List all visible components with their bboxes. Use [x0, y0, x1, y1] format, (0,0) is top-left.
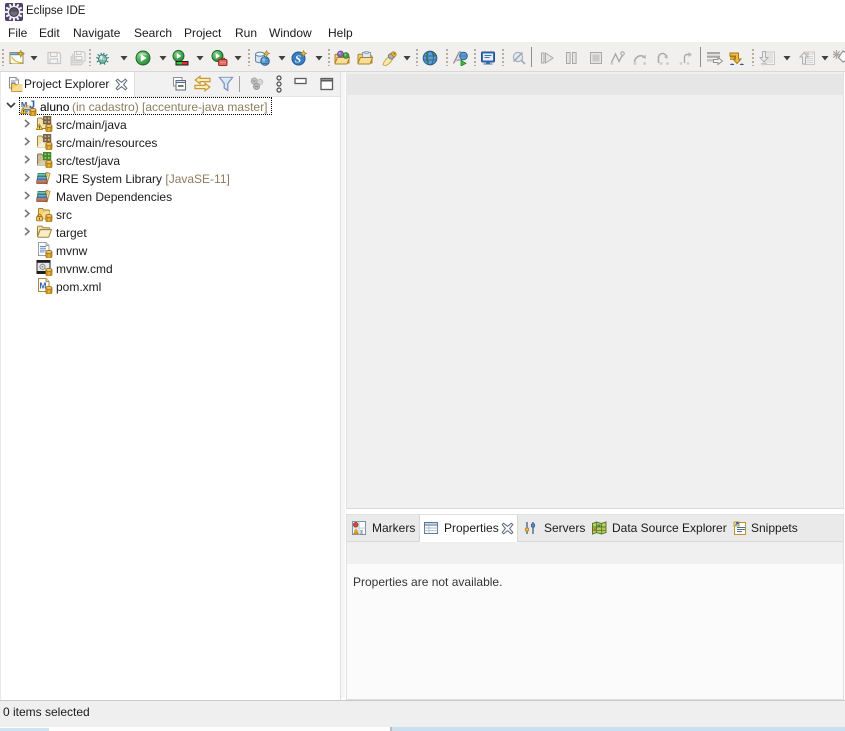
svg-text:M: M [21, 100, 27, 109]
svg-text:M: M [39, 281, 46, 291]
svg-text:S: S [295, 54, 301, 66]
